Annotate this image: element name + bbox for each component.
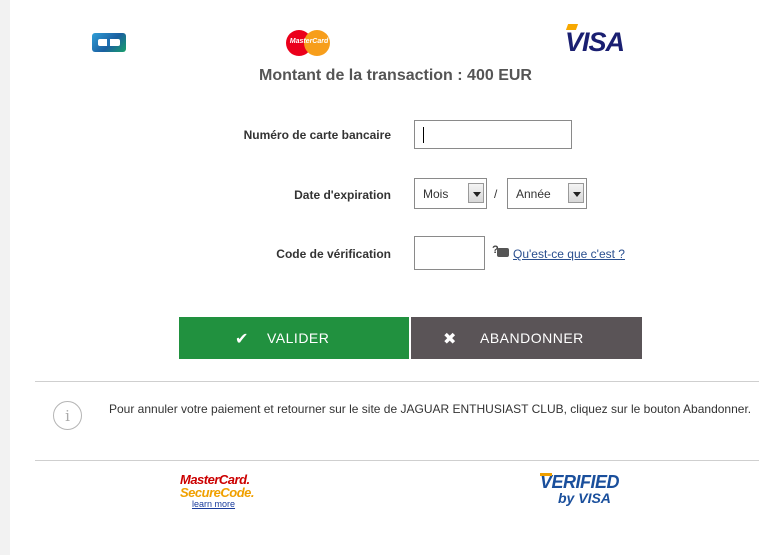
close-icon: ✖ [443,331,457,348]
card-number-label: Numéro de carte bancaire [243,128,391,142]
expiry-month-select[interactable]: Mois [414,178,487,209]
vbv-line1: VERIFIED [540,472,620,492]
cvv-help-link[interactable]: Qu'est-ce que c'est ? [513,247,625,261]
cvv-label: Code de vérification [276,247,391,261]
visa-logo: VISA [565,24,625,58]
divider-bottom [35,460,759,461]
help-card-icon[interactable]: ? [492,244,510,258]
mastercard-logo: MasterCard [283,28,335,56]
chevron-down-icon[interactable] [568,183,584,203]
validate-button[interactable]: ✔ VALIDER [179,317,409,359]
verified-by-visa-logo: VERIFIED by VISA [540,473,635,505]
cancel-button[interactable]: ✖ ABANDONNER [411,317,642,359]
expiry-year-value: Année [516,187,551,201]
expiry-month-value: Mois [423,187,449,201]
vbv-check-icon [540,473,552,481]
chevron-down-icon[interactable] [468,183,484,203]
securecode-learn-more-link[interactable]: learn more [192,499,262,510]
visa-logo-text: VISA [565,27,625,57]
info-icon: i [53,401,82,430]
mastercard-logo-text: MasterCard [289,38,329,45]
transaction-amount: Montant de la transaction : 400 EUR [259,67,532,84]
divider-top [35,381,759,382]
check-icon: ✔ [235,331,249,348]
cb-card-logo [92,33,126,52]
card-number-input[interactable] [414,120,572,149]
mastercard-securecode-logo: MasterCard. SecureCode. learn more [180,473,262,510]
expiry-separator: / [494,187,498,201]
validate-button-label: VALIDER [267,330,330,346]
cancel-button-label: ABANDONNER [480,330,584,346]
expiry-year-select[interactable]: Année [507,178,587,209]
cancel-info-text: Pour annuler votre paiement et retourner… [109,402,752,416]
text-caret [423,127,424,143]
securecode-line2: SecureCode. [180,485,254,500]
vbv-line2: by VISA [558,490,611,506]
expiry-label: Date d'expiration [294,188,391,202]
cvv-input[interactable] [414,236,485,270]
